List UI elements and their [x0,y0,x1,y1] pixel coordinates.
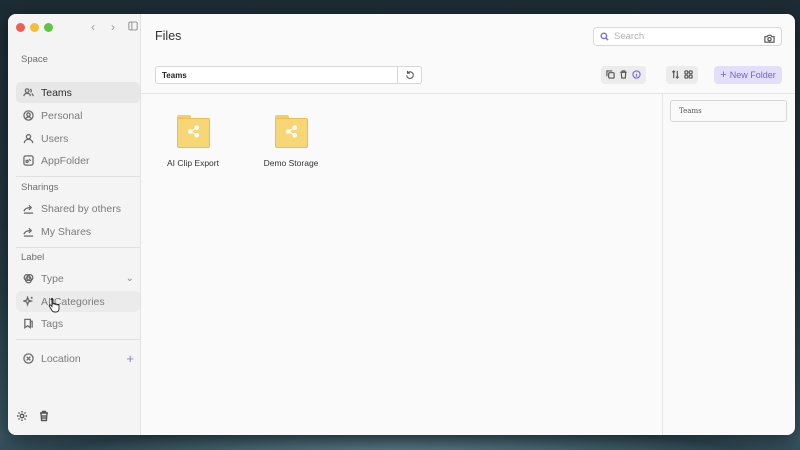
chevron-down-icon[interactable]: ⌄ [126,273,134,284]
sidebar-item-label: Shared by others [41,202,121,215]
search-icon [600,28,609,46]
sidebar: ‹ › Space Teams Personal Users AppFolder… [8,14,141,435]
app-window: ‹ › Space Teams Personal Users AppFolder… [8,14,795,435]
camera-icon[interactable] [764,31,775,49]
shared-folder-icon [176,115,210,148]
navigation-controls: ‹ › [86,20,140,34]
tag-icon [21,317,35,331]
sidebar-divider [16,247,140,248]
file-name: AI Clip Export [167,158,219,168]
forward-arrow-icon[interactable]: › [106,20,120,34]
file-item[interactable]: AI Clip Export [156,115,230,168]
sidebar-item-label: Type [41,272,64,285]
type-icon [21,272,35,286]
sort-icon[interactable] [671,66,680,84]
back-arrow-icon[interactable]: ‹ [86,20,100,34]
sidebar-item-label: Users [41,132,69,145]
section-label-space: Space [21,54,48,65]
sidebar-divider [16,176,140,177]
grid-view-icon[interactable] [684,66,693,84]
sidebar-item-label: Tags [41,317,64,330]
sidebar-item-location[interactable]: Location + [16,348,140,369]
sidebar-item-label: AppFolder [41,154,90,167]
search-input[interactable] [614,31,754,42]
shared-folder-icon [274,115,308,148]
sidebar-item-ai-categories[interactable]: AI Categories [16,291,140,312]
sidebar-footer [16,409,50,427]
info-icon[interactable] [632,66,641,84]
app-folder-icon [21,154,35,168]
details-divider [662,94,663,435]
file-item[interactable]: Demo Storage [254,115,328,168]
refresh-icon [405,70,414,79]
details-name-field[interactable]: Teams [670,100,787,122]
section-label-label: Label [21,252,45,263]
path-field[interactable]: Teams [155,66,398,84]
sparkle-icon [21,295,35,309]
sidebar-toggle-icon[interactable] [126,20,140,34]
plus-icon: + [720,68,727,81]
toolbar-divider [141,93,795,94]
new-folder-button[interactable]: + New Folder [714,66,782,84]
sidebar-item-shared-by-others[interactable]: Shared by others [16,198,140,219]
page-title: Files [155,29,182,43]
user-icon [21,132,35,146]
minimize-window-button[interactable] [30,23,39,32]
shared-icon [21,202,35,216]
sidebar-item-personal[interactable]: Personal [16,105,140,126]
zoom-window-button[interactable] [44,23,53,32]
sidebar-item-my-shares[interactable]: My Shares [16,221,140,242]
sidebar-item-label: Location [41,352,81,365]
trash-icon[interactable] [619,66,628,84]
add-location-icon[interactable]: + [126,351,134,366]
refresh-button[interactable] [398,66,422,84]
section-label-sharings: Sharings [21,182,59,193]
gear-icon[interactable] [16,409,28,427]
view-toolbar [666,66,698,84]
main-panel: Files Teams + New Folder [141,14,795,435]
sidebar-item-teams[interactable]: Teams [16,82,140,103]
sidebar-item-type[interactable]: Type ⌄ [16,268,140,289]
search-bar[interactable] [593,27,782,46]
users-icon [21,86,35,100]
sidebar-item-users[interactable]: Users [16,128,140,149]
hand-cursor-icon [48,298,60,314]
trash-icon[interactable] [38,409,50,427]
close-window-button[interactable] [16,23,25,32]
sidebar-item-label: Teams [41,86,72,99]
sidebar-item-label: Personal [41,109,83,122]
sidebar-item-label: My Shares [41,225,92,238]
sidebar-item-appfolder[interactable]: AppFolder [16,150,140,171]
share-icon [21,225,35,239]
new-folder-label: New Folder [729,70,776,80]
copy-icon[interactable] [606,66,615,84]
location-icon [21,352,35,366]
user-circle-icon [21,109,35,123]
sidebar-divider [16,339,140,340]
sidebar-item-tags[interactable]: Tags [16,313,140,334]
file-name: Demo Storage [263,158,319,168]
window-controls [16,23,53,32]
action-toolbar [601,66,646,84]
